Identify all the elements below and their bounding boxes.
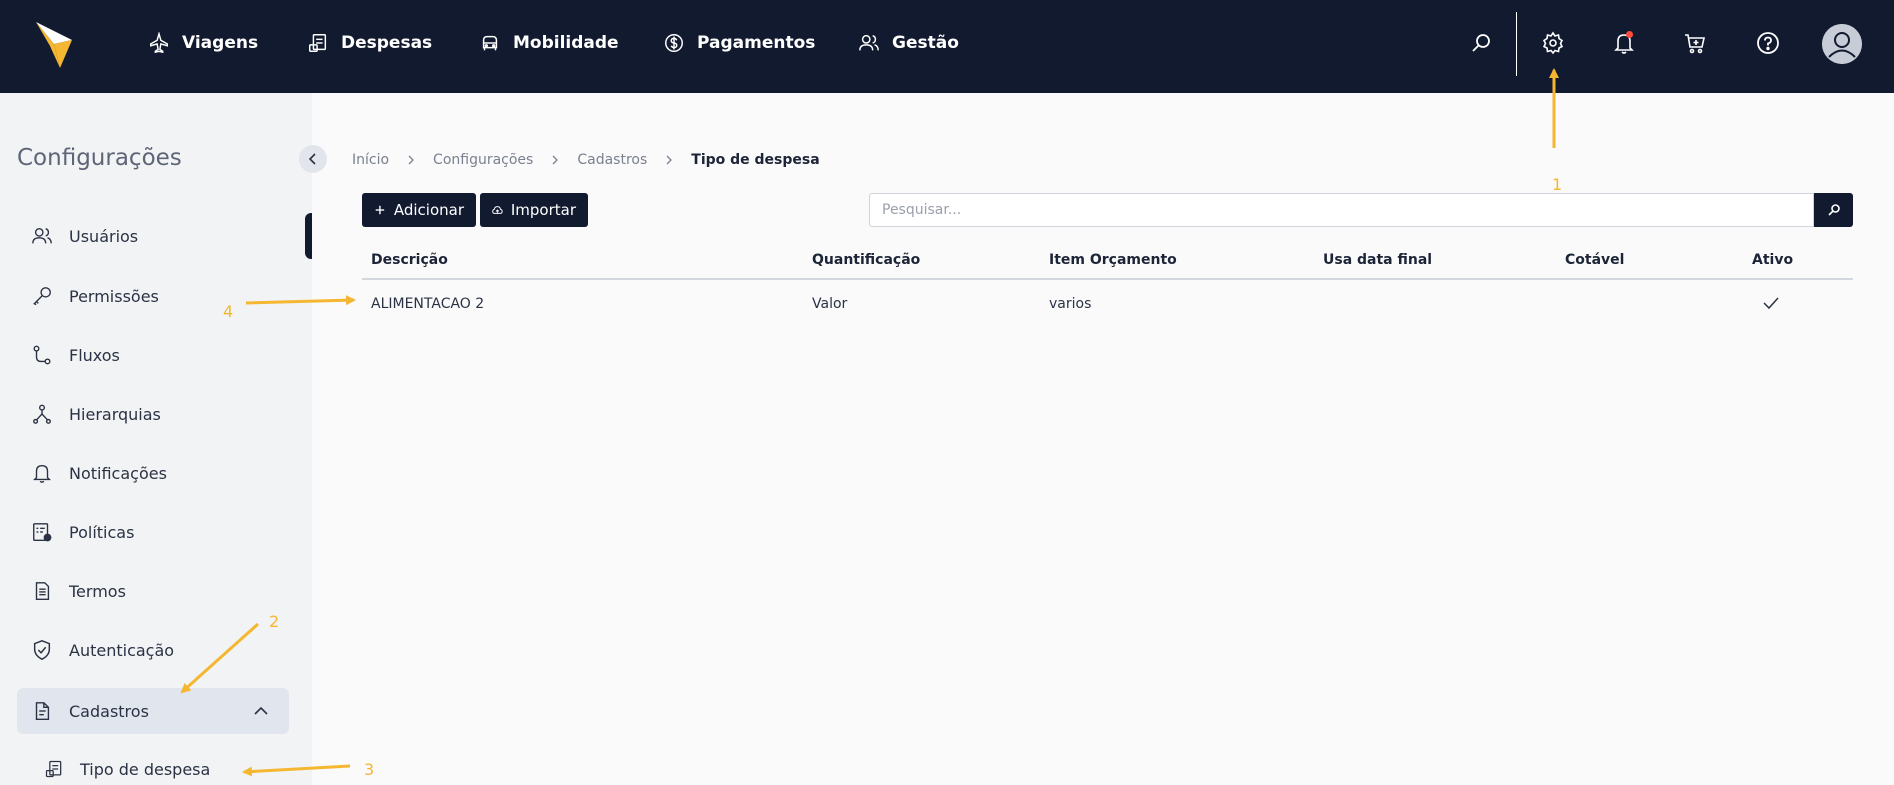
check-icon bbox=[1763, 297, 1779, 310]
nav-pagamentos[interactable]: Pagamentos bbox=[663, 29, 815, 57]
sidebar-item-usuarios[interactable]: Usuários bbox=[17, 213, 289, 259]
search-icon bbox=[1827, 204, 1840, 216]
notification-dot bbox=[1626, 31, 1633, 38]
settings-button[interactable] bbox=[1539, 29, 1567, 57]
sidebar-item-autenticacao[interactable]: Autenticação bbox=[17, 627, 289, 673]
sidebar-item-label: Permissões bbox=[69, 286, 159, 306]
sidebar-item-label: Cadastros bbox=[69, 701, 149, 721]
import-button-label: Importar bbox=[510, 201, 576, 219]
car-icon bbox=[482, 35, 498, 51]
chevron-left-icon bbox=[308, 153, 316, 165]
column-header-item-orcamento[interactable]: Item Orçamento bbox=[1049, 252, 1177, 268]
search-input[interactable] bbox=[869, 193, 1814, 227]
sidebar-item-label: Hierarquias bbox=[69, 404, 161, 424]
notifications-button[interactable] bbox=[1610, 29, 1638, 57]
hierarchy-icon bbox=[33, 404, 51, 424]
cell-item-orcamento: varios bbox=[1049, 296, 1092, 312]
annotation-label-1: 1 bbox=[1552, 175, 1563, 194]
table-header-divider bbox=[362, 278, 1853, 280]
key-icon bbox=[33, 287, 51, 306]
sidebar-item-notificacoes[interactable]: Notificações bbox=[17, 450, 289, 496]
sidebar-item-label: Notificações bbox=[69, 463, 167, 483]
breadcrumb-cadastros[interactable]: Cadastros bbox=[577, 152, 647, 168]
sidebar-item-label: Usuários bbox=[69, 226, 139, 246]
column-header-ativo[interactable]: Ativo bbox=[1752, 252, 1793, 268]
file-icon bbox=[35, 702, 50, 720]
sidebar-subitem-label: Tipo de despesa bbox=[80, 759, 211, 779]
users-icon bbox=[32, 227, 52, 244]
user-avatar-icon bbox=[1822, 24, 1862, 64]
search-button[interactable] bbox=[1467, 29, 1495, 57]
nav-despesas-label: Despesas bbox=[341, 33, 433, 53]
gear-icon bbox=[1542, 31, 1564, 55]
cart-button[interactable] bbox=[1681, 29, 1709, 57]
avatar[interactable] bbox=[1822, 24, 1862, 64]
cart-icon bbox=[1685, 34, 1705, 54]
shield-check-icon bbox=[33, 640, 51, 660]
cell-quantificacao: Valor bbox=[812, 296, 848, 312]
sidebar-item-cadastros[interactable]: Cadastros bbox=[17, 688, 289, 734]
document-icon bbox=[35, 582, 50, 600]
dollar-circle-icon bbox=[665, 34, 683, 52]
breadcrumb-current: Tipo de despesa bbox=[691, 152, 820, 168]
column-header-cotavel[interactable]: Cotável bbox=[1565, 252, 1624, 268]
column-header-usa-data-final[interactable]: Usa data final bbox=[1323, 252, 1432, 268]
sidebar: Configurações Usuários Permissões Fluxos… bbox=[0, 93, 312, 785]
cloud-upload-icon bbox=[492, 206, 503, 214]
sidebar-item-termos[interactable]: Termos bbox=[17, 568, 289, 614]
cell-descricao: ALIMENTACAO 2 bbox=[371, 296, 485, 312]
flow-icon bbox=[33, 345, 51, 365]
nav-viagens-label: Viagens bbox=[182, 33, 259, 53]
collapse-sidebar-button[interactable] bbox=[299, 145, 327, 173]
search-icon bbox=[1472, 34, 1490, 52]
bell-icon bbox=[33, 464, 51, 483]
sidebar-item-label: Termos bbox=[69, 581, 126, 601]
add-button-label: Adicionar bbox=[393, 201, 464, 219]
nav-mobilidade-label: Mobilidade bbox=[513, 33, 619, 53]
annotation-label-4: 4 bbox=[223, 302, 234, 321]
expense-icon bbox=[309, 34, 327, 52]
help-button[interactable] bbox=[1754, 29, 1782, 57]
sidebar-item-label: Políticas bbox=[69, 522, 135, 542]
chevron-right-icon bbox=[552, 155, 559, 165]
nav-mobilidade[interactable]: Mobilidade bbox=[479, 29, 619, 57]
add-button[interactable]: Adicionar bbox=[362, 193, 476, 227]
sidebar-item-label: Fluxos bbox=[69, 345, 120, 365]
nav-pagamentos-label: Pagamentos bbox=[697, 33, 816, 53]
active-indicator bbox=[305, 213, 312, 259]
column-header-quantificacao[interactable]: Quantificação bbox=[812, 252, 920, 268]
help-icon bbox=[1757, 32, 1779, 54]
annotation-label-2: 2 bbox=[269, 612, 280, 631]
nav-gestao[interactable]: Gestão bbox=[858, 29, 959, 57]
annotation-label-3: 3 bbox=[364, 760, 375, 779]
breadcrumb-inicio[interactable]: Início bbox=[352, 152, 389, 168]
breadcrumb: Início Configurações Cadastros Tipo de d… bbox=[352, 152, 820, 168]
nav-gestao-label: Gestão bbox=[892, 33, 959, 53]
brand-logo[interactable] bbox=[34, 20, 74, 70]
sidebar-item-label: Autenticação bbox=[69, 640, 175, 660]
chevron-right-icon bbox=[408, 155, 414, 165]
sidebar-subitem-tipo-de-despesa[interactable]: Tipo de despesa bbox=[44, 754, 210, 784]
nav-viagens[interactable]: Viagens bbox=[148, 29, 258, 57]
top-navbar: Viagens Despesas Mobilidade Pagamentos G… bbox=[0, 0, 1894, 93]
sidebar-item-hierarquias[interactable]: Hierarquias bbox=[17, 391, 289, 437]
navbar-divider bbox=[1516, 12, 1517, 76]
sidebar-item-politicas[interactable]: Políticas bbox=[17, 509, 289, 555]
sidebar-item-permissoes[interactable]: Permissões bbox=[17, 273, 289, 319]
breadcrumb-configuracoes[interactable]: Configurações bbox=[433, 152, 533, 168]
users-icon bbox=[859, 34, 879, 51]
chevron-right-icon bbox=[666, 155, 673, 165]
airplane-icon bbox=[150, 32, 168, 54]
sidebar-item-fluxos[interactable]: Fluxos bbox=[17, 332, 289, 378]
policy-icon bbox=[33, 523, 52, 542]
chevron-up-icon bbox=[254, 706, 268, 715]
column-header-descricao[interactable]: Descrição bbox=[371, 252, 448, 268]
sidebar-title: Configurações bbox=[17, 145, 182, 171]
search-submit-button[interactable] bbox=[1814, 193, 1853, 227]
nav-despesas[interactable]: Despesas bbox=[307, 29, 432, 57]
expense-icon bbox=[45, 760, 62, 778]
plus-icon bbox=[375, 205, 385, 215]
import-button[interactable]: Importar bbox=[480, 193, 588, 227]
